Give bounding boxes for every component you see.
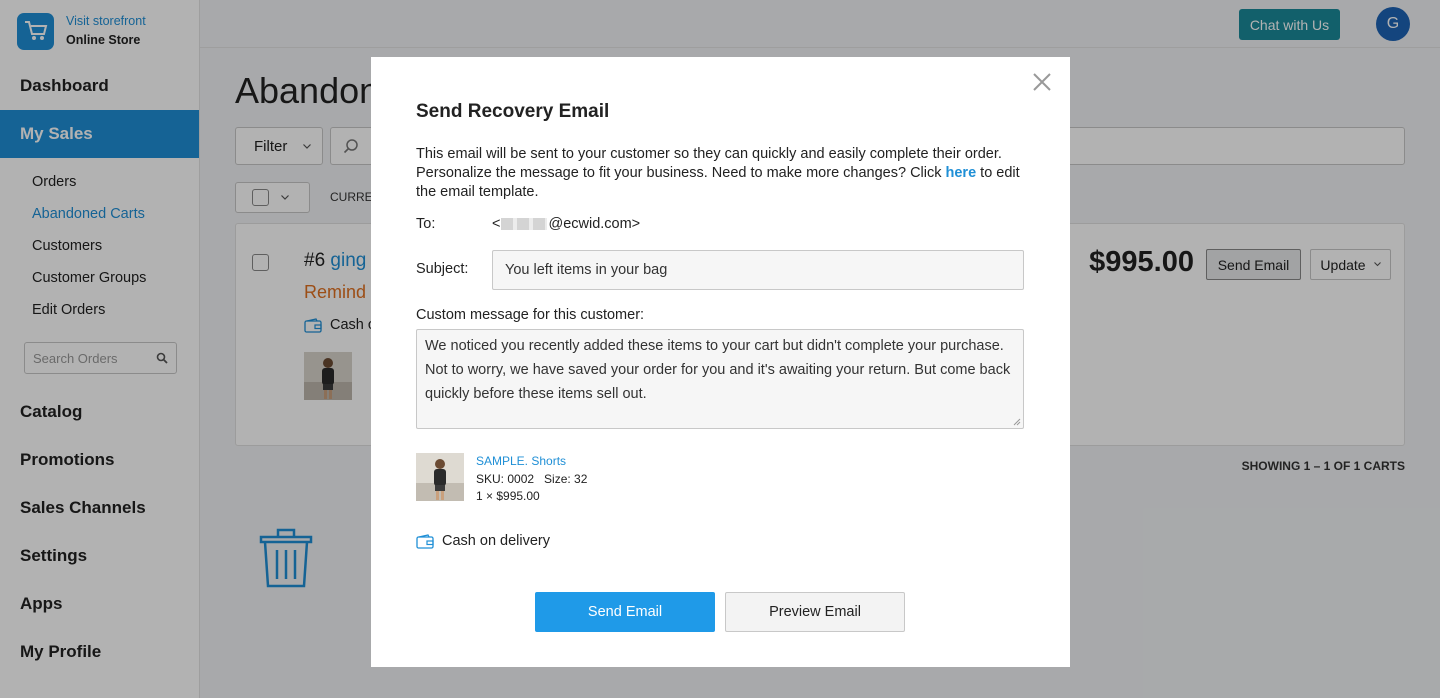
send-recovery-email-modal: Send Recovery Email This email will be s… [371, 57, 1070, 667]
product-sku: SKU: 0002 Size: 32 [476, 471, 588, 486]
to-suffix: @ecwid.com> [548, 216, 641, 232]
product-thumbnail[interactable] [416, 453, 464, 501]
redacted-email [501, 218, 548, 230]
to-prefix: < [492, 216, 501, 232]
to-email: < @ecwid.com> [492, 216, 640, 232]
payment-row: Cash on delivery [416, 533, 550, 549]
resize-handle-icon[interactable] [1013, 418, 1021, 426]
message-label: Custom message for this customer: [416, 307, 645, 323]
send-email-button[interactable]: Send Email [535, 592, 715, 632]
custom-message-textarea[interactable]: We noticed you recently added these item… [416, 329, 1024, 429]
preview-email-button[interactable]: Preview Email [725, 592, 905, 632]
payment-method: Cash on delivery [442, 533, 550, 549]
close-icon[interactable] [1029, 69, 1055, 95]
subject-field[interactable]: You left items in your bag [492, 250, 1024, 290]
product-qty-price: 1 × $995.00 [476, 489, 540, 503]
modal-title: Send Recovery Email [416, 101, 610, 122]
modal-description: This email will be sent to your customer… [416, 145, 1031, 202]
to-label: To: [416, 216, 436, 232]
product-name-link[interactable]: SAMPLE. Shorts [476, 453, 587, 471]
product-item: SAMPLE. Shorts SKU: 0002 Size: 32 1 × $9… [416, 453, 587, 506]
message-text: We noticed you recently added these item… [425, 338, 1011, 402]
subject-label: Subject: [416, 261, 469, 277]
edit-template-link[interactable]: here [946, 165, 977, 181]
wallet-icon [416, 533, 434, 549]
desc-text-before: This email will be sent to your customer… [416, 146, 1002, 181]
